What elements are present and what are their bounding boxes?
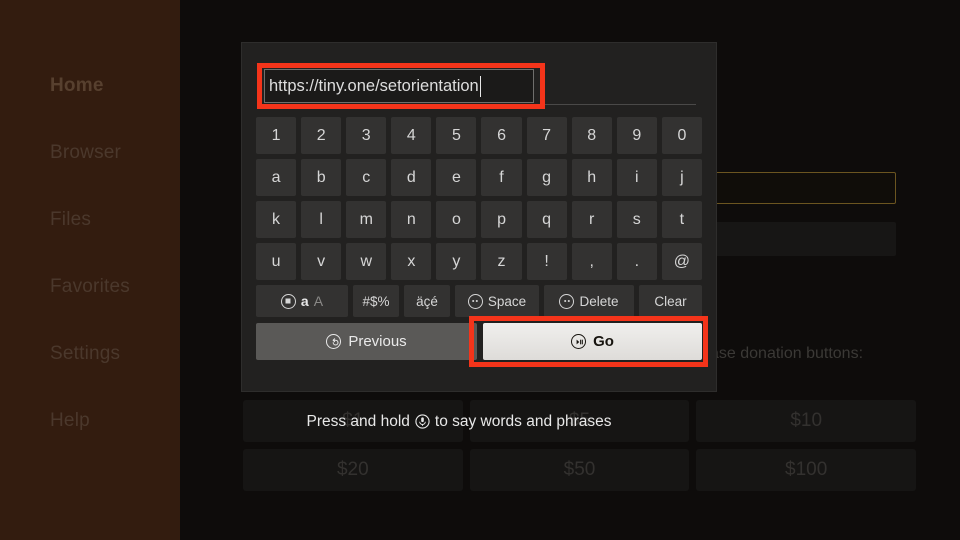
sidebar-item-files[interactable]: Files [0,186,180,253]
key-d[interactable]: d [391,159,432,196]
keyboard-row-digits: 1 2 3 4 5 6 7 8 9 0 [256,117,702,154]
remote-forward-button-icon [559,293,575,309]
key-w[interactable]: w [346,243,387,280]
key-exclamation[interactable]: ! [526,243,567,280]
key-t[interactable]: t [661,201,702,238]
key-v[interactable]: v [301,243,342,280]
key-period[interactable]: . [616,243,657,280]
key-4[interactable]: 4 [391,117,432,154]
text-caret [479,75,481,97]
donation-button[interactable]: $10 [696,400,916,442]
sidebar-item-label: Home [50,74,104,96]
key-g[interactable]: g [526,159,567,196]
go-button-label: Go [593,333,614,350]
key-l[interactable]: l [301,201,342,238]
previous-button[interactable]: Previous [256,323,477,360]
sidebar-item-home[interactable]: Home [0,52,180,119]
key-b[interactable]: b [301,159,342,196]
keyboard-row-k-t: k l m n o p q r s t [256,201,702,238]
onscreen-keyboard-dialog: https://tiny.one/setorientation 1 2 3 4 … [241,42,717,392]
background-text-line-1: ase donation buttons: [710,345,864,362]
remote-select-button-icon [280,293,296,309]
key-o[interactable]: o [436,201,477,238]
key-r[interactable]: r [571,201,612,238]
sidebar-item-settings[interactable]: Settings [0,320,180,387]
key-i[interactable]: i [616,159,657,196]
keyboard-row-u-at: u v w x y z ! , . @ [256,243,702,280]
url-input-value: https://tiny.one/setorientation [269,76,479,95]
delete-key-label: Delete [579,293,619,309]
key-7[interactable]: 7 [526,117,567,154]
url-input[interactable]: https://tiny.one/setorientation [264,69,534,103]
voice-search-hint: Press and hold to say words and phrases [243,401,675,442]
key-5[interactable]: 5 [436,117,477,154]
shift-lowercase-label: a [300,293,309,309]
shift-uppercase-label: A [313,293,324,309]
key-y[interactable]: y [436,243,477,280]
sidebar-item-label: Files [50,208,92,230]
key-p[interactable]: p [481,201,522,238]
donation-button[interactable]: $50 [469,449,690,491]
sidebar-item-label: Settings [50,342,121,364]
previous-button-label: Previous [348,333,407,350]
key-a[interactable]: a [256,159,297,196]
key-z[interactable]: z [481,243,522,280]
accents-key[interactable]: äçé [404,285,450,317]
space-key[interactable]: Space [455,285,539,317]
remote-play-pause-button-icon [571,334,587,349]
key-k[interactable]: k [256,201,297,238]
key-3[interactable]: 3 [346,117,387,154]
key-1[interactable]: 1 [256,117,297,154]
key-q[interactable]: q [526,201,567,238]
key-j[interactable]: j [661,159,702,196]
sidebar-item-label: Browser [50,141,122,163]
key-8[interactable]: 8 [571,117,612,154]
url-input-row: https://tiny.one/setorientation [256,63,702,113]
key-comma[interactable]: , [571,243,612,280]
voice-hint-text-before: Press and hold [306,412,410,430]
key-6[interactable]: 6 [481,117,522,154]
key-u[interactable]: u [256,243,297,280]
key-e[interactable]: e [436,159,477,196]
keyboard-row-functions: aA #$% äçé Space Delete Clear [256,285,702,317]
sidebar: Home Browser Files Favorites Settings He… [0,0,180,540]
donation-button[interactable]: $100 [696,449,916,491]
key-9[interactable]: 9 [616,117,657,154]
remote-back-button-icon [326,334,342,349]
key-h[interactable]: h [571,159,612,196]
screen-root: Home Browser Files Favorites Settings He… [0,0,960,540]
sidebar-item-browser[interactable]: Browser [0,119,180,186]
input-underline [264,104,696,105]
keyboard-key-rows: 1 2 3 4 5 6 7 8 9 0 a b c d e f g h i j … [256,117,708,367]
key-x[interactable]: x [391,243,432,280]
voice-hint-text-after: to say words and phrases [434,412,612,430]
key-c[interactable]: c [346,159,387,196]
keyboard-action-row: Previous Go [256,316,708,367]
key-at[interactable]: @ [661,243,702,280]
sidebar-item-label: Help [50,409,90,431]
sidebar-item-favorites[interactable]: Favorites [0,253,180,320]
sidebar-item-help[interactable]: Help [0,387,180,454]
donation-button[interactable]: $20 [243,449,463,491]
clear-key[interactable]: Clear [639,285,702,317]
keyboard-row-a-j: a b c d e f g h i j [256,159,702,196]
shift-case-key[interactable]: aA [256,285,348,317]
key-2[interactable]: 2 [301,117,342,154]
go-button[interactable]: Go [483,323,702,360]
symbols-key[interactable]: #$% [353,285,399,317]
space-key-label: Space [487,293,527,309]
microphone-icon [415,414,430,429]
key-n[interactable]: n [391,201,432,238]
key-f[interactable]: f [481,159,522,196]
remote-rewind-button-icon [467,293,483,309]
key-m[interactable]: m [346,201,387,238]
delete-key[interactable]: Delete [544,285,634,317]
sidebar-item-label: Favorites [50,275,130,297]
key-0[interactable]: 0 [661,117,702,154]
key-s[interactable]: s [616,201,657,238]
